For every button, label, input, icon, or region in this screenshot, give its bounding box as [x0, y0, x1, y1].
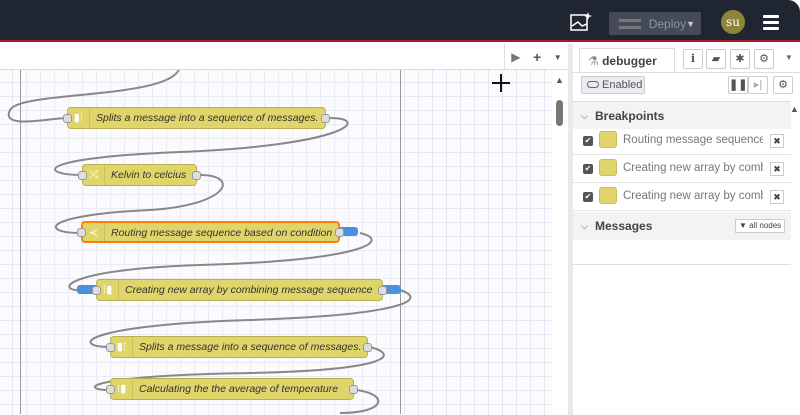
section-title: Messages: [595, 219, 653, 233]
output-port[interactable]: [363, 343, 372, 352]
flow-node-split[interactable]: ▮⁝ Splits a message into a sequence of me…: [106, 336, 372, 358]
switch-icon: ≺: [83, 223, 105, 243]
join-node-icon: [599, 159, 617, 176]
sidebar-scroll-up-icon[interactable]: ▲: [790, 104, 799, 114]
deploy-label: Deploy: [648, 16, 687, 31]
section-title: Breakpoints: [595, 109, 665, 123]
input-port[interactable]: [78, 171, 87, 180]
flow-node-split[interactable]: ▮⁝ Splits a message into a sequence of me…: [63, 107, 330, 129]
input-port[interactable]: [63, 114, 72, 123]
switch-node-icon: [599, 131, 617, 148]
output-port[interactable]: [349, 385, 358, 394]
tab-border: [573, 72, 800, 73]
info-icon[interactable]: i: [683, 49, 703, 69]
breakpoints-header[interactable]: ⌵ Breakpoints: [573, 101, 791, 129]
bug-icon[interactable]: ✱: [730, 49, 750, 69]
vertical-scrollbar[interactable]: ▲: [552, 70, 568, 415]
node-label: Kelvin to celcius: [111, 169, 187, 181]
filter-label: all nodes: [749, 221, 782, 230]
enabled-label: Enabled: [602, 79, 643, 91]
checkbox[interactable]: ✔: [583, 192, 593, 202]
caret-down-icon[interactable]: ▼: [785, 53, 793, 62]
menu-icon[interactable]: [763, 15, 779, 33]
flask-icon: ⚗: [588, 54, 603, 68]
breakpoint-label: Creating new array by combining message …: [623, 190, 763, 202]
flow-node-switch[interactable]: ≺ Routing message sequence based on condi…: [77, 221, 344, 243]
toggle-icon: [587, 81, 599, 88]
output-port[interactable]: [321, 114, 330, 123]
filter-icon: ▼: [739, 221, 750, 230]
ai-sparkle-icon[interactable]: [570, 12, 592, 32]
node-label: Routing message sequence based on condit…: [111, 227, 333, 239]
avatar[interactable]: su: [721, 10, 745, 34]
input-port[interactable]: [77, 228, 86, 237]
flow-node-join[interactable]: ⁝▮ Creating new array by combining messag…: [92, 279, 387, 301]
node-label: Calculating the the average of temperatu…: [139, 383, 339, 395]
step-icon[interactable]: ▸|: [748, 76, 768, 94]
deploy-button[interactable]: Deploy ▼: [609, 12, 701, 35]
breakpoint-label: Creating new array by combining message …: [623, 162, 763, 174]
flow-node-join[interactable]: ⁝▮ Calculating the the average of tempera…: [106, 378, 358, 400]
checkbox[interactable]: ✔: [583, 164, 593, 174]
enabled-toggle[interactable]: Enabled: [581, 76, 645, 94]
tab-label: debugger: [602, 54, 657, 68]
sidebar: ⚗ debugger i ▰ ✱ ⚙ ▼ Enabled ❚❚ ▸| ⚙ ⌵ Br…: [568, 44, 800, 415]
checkbox[interactable]: ✔: [583, 136, 593, 146]
node-label: Creating new array by combining message …: [125, 284, 373, 296]
flow-node-change[interactable]: ⤨ Kelvin to celcius: [78, 164, 201, 186]
chevron-down-icon: ⌵: [581, 111, 588, 121]
play-icon[interactable]: ▶: [511, 50, 520, 64]
flow-canvas[interactable]: ▮⁝ Splits a message into a sequence of me…: [0, 70, 568, 415]
caret-down-icon[interactable]: ▼: [554, 53, 562, 62]
chevron-down-icon: ⌵: [581, 221, 588, 231]
header: Deploy ▼ su: [0, 0, 800, 42]
node-label: Splits a message into a sequence of mess…: [139, 341, 362, 353]
remove-breakpoint-button[interactable]: ✖: [770, 134, 784, 148]
crosshair-cursor: [492, 74, 510, 92]
filter-button[interactable]: ▼ all nodes: [735, 219, 786, 233]
gear-icon[interactable]: ⚙: [754, 49, 774, 69]
breakpoint-item[interactable]: ✔ Creating new array by combining message…: [573, 183, 791, 211]
input-port[interactable]: [92, 286, 101, 295]
caret-down-icon[interactable]: ▼: [686, 19, 695, 29]
plus-icon[interactable]: +: [533, 49, 541, 65]
output-port[interactable]: [335, 228, 344, 237]
breakpoint-item[interactable]: ✔ Creating new array by combining message…: [573, 155, 791, 183]
workspace-tabbar: ▶ + ▼: [0, 44, 568, 70]
output-port[interactable]: [378, 286, 387, 295]
input-port[interactable]: [106, 343, 115, 352]
gear-icon[interactable]: ⚙: [773, 76, 793, 94]
output-port[interactable]: [192, 171, 201, 180]
tab-debugger[interactable]: ⚗ debugger: [579, 48, 675, 72]
node-label: Splits a message into a sequence of mess…: [96, 112, 319, 124]
remove-breakpoint-button[interactable]: ✖: [770, 190, 784, 204]
scrollbar-thumb[interactable]: [556, 100, 563, 126]
scroll-up-icon[interactable]: ▲: [555, 75, 564, 85]
deploy-flow-icon: [619, 18, 641, 29]
join-node-icon: [599, 187, 617, 204]
book-icon[interactable]: ▰: [706, 49, 726, 69]
remove-breakpoint-button[interactable]: ✖: [770, 162, 784, 176]
messages-list: [573, 240, 791, 265]
breakpoint-item[interactable]: ✔ Routing message sequence based on condi…: [573, 127, 791, 155]
input-port[interactable]: [106, 385, 115, 394]
breakpoint-label: Routing message sequence based on condit…: [623, 134, 763, 146]
pause-icon[interactable]: ❚❚: [728, 76, 748, 94]
messages-header[interactable]: ⌵ Messages ▼ all nodes: [573, 212, 791, 240]
